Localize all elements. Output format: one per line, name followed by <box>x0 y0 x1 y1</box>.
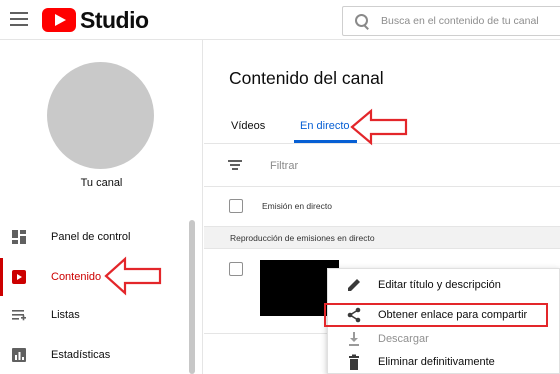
sidebar-item-label: Panel de control <box>51 231 131 243</box>
playlist-icon <box>12 310 26 321</box>
filter-bar[interactable]: Filtrar <box>204 144 560 187</box>
search-icon <box>355 14 369 28</box>
menu-item-download[interactable]: Descargar <box>328 328 560 350</box>
studio-logo[interactable]: Studio <box>42 7 149 33</box>
page-title: Contenido del canal <box>229 68 384 88</box>
sidebar-item-label: Listas <box>51 309 80 321</box>
content-icon <box>12 270 26 284</box>
annotation-arrow-left-icon <box>104 256 162 296</box>
top-bar: Studio Busca en el contenido de tu canal <box>0 0 560 40</box>
sidebar-item-playlists[interactable]: Listas <box>0 296 196 334</box>
download-icon <box>349 332 359 346</box>
search-placeholder: Busca en el contenido de tu canal <box>381 15 539 27</box>
pencil-icon <box>348 279 360 291</box>
column-header-live: Emisión en directo <box>262 201 332 211</box>
menu-item-label: Editar título y descripción <box>378 279 501 291</box>
section-label: Reproducción de emisiones en directo <box>230 233 375 243</box>
share-link-highlight <box>324 303 548 327</box>
menu-item-label: Descargar <box>378 333 429 345</box>
analytics-icon <box>12 348 26 362</box>
logo-text: Studio <box>80 6 149 33</box>
menu-item-edit[interactable]: Editar título y descripción <box>328 274 560 296</box>
search-input[interactable]: Busca en el contenido de tu canal <box>342 6 560 36</box>
sidebar-item-dashboard[interactable]: Panel de control <box>0 218 196 256</box>
youtube-play-icon <box>42 8 76 32</box>
filter-input[interactable]: Filtrar <box>270 160 298 172</box>
trash-icon <box>349 354 359 370</box>
filter-icon[interactable] <box>228 160 242 170</box>
channel-label: Tu canal <box>80 177 123 189</box>
section-header: Reproducción de emisiones en directo <box>204 227 560 249</box>
menu-item-label: Eliminar definitivamente <box>378 356 495 368</box>
table-header: Emisión en directo <box>204 187 560 227</box>
annotation-arrow-left-icon <box>350 108 408 146</box>
sidebar-item-label: Estadísticas <box>51 349 111 361</box>
tab-videos[interactable]: Vídeos <box>231 120 265 132</box>
channel-avatar[interactable] <box>47 62 154 169</box>
sidebar: Tu canal Panel de control Contenido List… <box>0 40 203 374</box>
sidebar-scrollbar[interactable] <box>189 220 195 374</box>
tab-live[interactable]: En directo <box>300 120 350 132</box>
sidebar-item-content[interactable]: Contenido <box>0 258 196 296</box>
sidebar-item-label: Contenido <box>51 271 102 283</box>
sidebar-item-analytics[interactable]: Estadísticas <box>0 336 196 374</box>
dashboard-icon <box>12 230 26 244</box>
hamburger-menu-icon[interactable] <box>10 12 28 26</box>
menu-item-delete[interactable]: Eliminar definitivamente <box>328 351 560 373</box>
select-all-checkbox[interactable] <box>229 199 243 213</box>
row-checkbox[interactable] <box>229 262 243 276</box>
